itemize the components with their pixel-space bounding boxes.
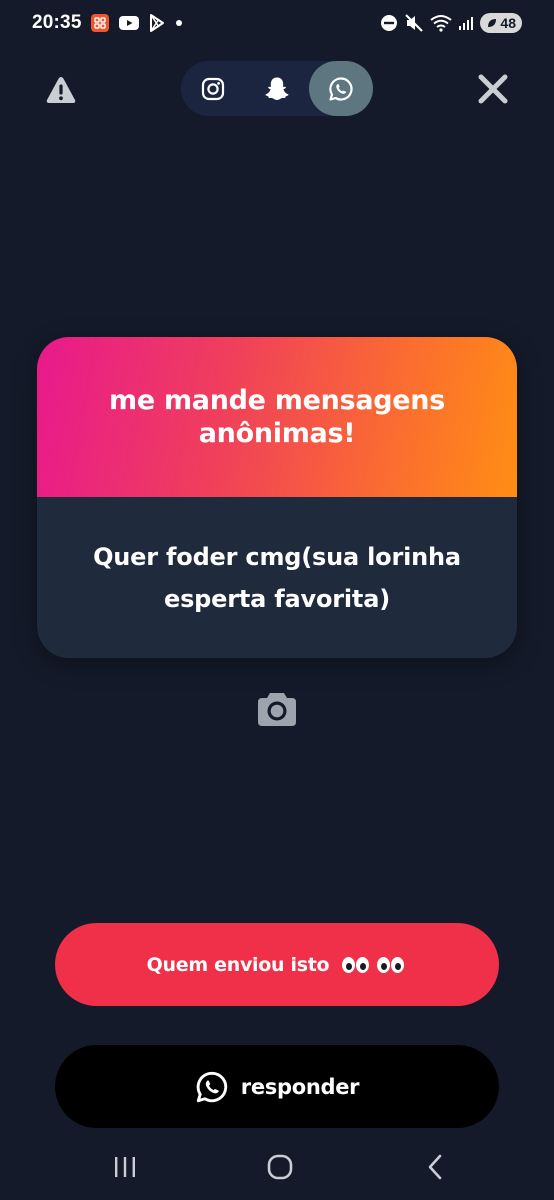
close-icon [478,74,508,104]
status-time: 20:35 [32,12,82,33]
back-button[interactable] [420,1152,450,1182]
camera-icon [258,693,296,726]
whatsapp-icon [329,76,353,101]
home-icon [267,1154,293,1180]
card-body: Quer foder cmg(sua lorinha esperta favor… [37,497,517,658]
signal-icon [458,15,474,31]
dot-icon [174,18,184,28]
play-store-icon [148,13,166,33]
card-title: me mande mensagens anônimas! [109,385,445,449]
status-right: 48 [380,13,522,33]
snapchat-icon [265,77,289,100]
system-nav-bar [0,1140,554,1200]
recents-button[interactable] [108,1152,142,1182]
battery-indicator: 48 [480,13,522,33]
reply-label: responder [240,1074,360,1099]
tab-whatsapp[interactable] [309,61,373,116]
tab-snapchat[interactable] [245,61,309,116]
mute-icon [404,13,424,33]
back-icon [428,1154,442,1180]
message-card: me mande mensagens anônimas! Quer foder … [37,337,517,658]
battery-saver-icon [488,19,497,27]
who-sent-button[interactable]: Quem enviou isto [55,923,499,1006]
do-not-disturb-icon [380,14,398,32]
who-sent-label: Quem enviou isto [146,953,330,976]
card-header: me mande mensagens anônimas! [37,337,517,497]
reply-button[interactable]: responder [55,1045,499,1128]
battery-level: 48 [500,15,516,31]
app-notification-icon [90,13,110,33]
recents-icon [115,1157,135,1177]
card-message: Quer foder cmg(sua lorinha esperta favor… [93,542,461,613]
home-button[interactable] [264,1152,296,1182]
youtube-icon [118,14,140,32]
wifi-icon [430,14,453,32]
report-button[interactable] [44,74,78,106]
status-left: 20:35 [32,12,184,34]
whatsapp-icon [196,1071,227,1102]
close-button[interactable] [476,72,510,106]
eyes-emoji-icon [339,956,407,973]
instagram-icon [201,77,225,100]
share-platform-tabs [181,61,373,116]
tab-instagram[interactable] [181,61,245,116]
status-bar: 20:35 48 [0,0,554,46]
screenshot-button[interactable] [255,687,299,731]
warning-icon [46,77,76,103]
